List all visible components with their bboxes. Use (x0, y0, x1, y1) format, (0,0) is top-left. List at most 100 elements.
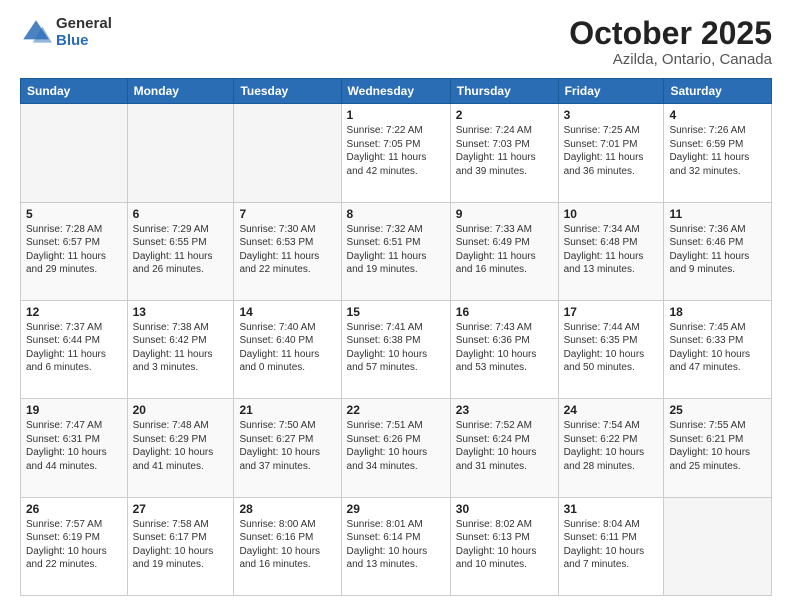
day-number: 13 (133, 305, 229, 319)
day-number: 11 (669, 207, 766, 221)
calendar-day-27: 27Sunrise: 7:58 AM Sunset: 6:17 PM Dayli… (127, 497, 234, 595)
day-info: Sunrise: 7:48 AM Sunset: 6:29 PM Dayligh… (133, 419, 229, 473)
day-info: Sunrise: 7:45 AM Sunset: 6:33 PM Dayligh… (669, 321, 766, 375)
calendar-week-2: 5Sunrise: 7:28 AM Sunset: 6:57 PM Daylig… (21, 202, 772, 300)
calendar-day-5: 5Sunrise: 7:28 AM Sunset: 6:57 PM Daylig… (21, 202, 128, 300)
calendar-header-row: SundayMondayTuesdayWednesdayThursdayFrid… (21, 79, 772, 104)
calendar-day-8: 8 Sunrise: 7:32 AM Sunset: 6:51 PM Daylig… (341, 202, 450, 300)
day-number: 3 (564, 108, 659, 122)
day-info: Sunrise: 7:22 AM Sunset: 7:05 PM Dayligh… (347, 124, 445, 178)
title-block: October 2025 Azilda, Ontario, Canada (569, 16, 772, 68)
header: General Blue October 2025 Azilda, Ontari… (20, 16, 772, 68)
day-info: Sunrise: 7:54 AM Sunset: 6:22 PM Dayligh… (564, 419, 659, 473)
day-info: Sunrise: 8:04 AM Sunset: 6:11 PM Dayligh… (564, 518, 659, 572)
day-info: Sunrise: 7:47 AM Sunset: 6:31 PM Dayligh… (26, 419, 122, 473)
day-info: Sunrise: 7:50 AM Sunset: 6:27 PM Dayligh… (239, 419, 335, 473)
day-info: Sunrise: 7:33 AM Sunset: 6:49 PM Dayligh… (456, 223, 553, 277)
header-day-monday: Monday (127, 79, 234, 104)
day-number: 25 (669, 403, 766, 417)
day-info: Sunrise: 8:01 AM Sunset: 6:14 PM Dayligh… (347, 518, 445, 572)
calendar-day-25: 25 Sunrise: 7:55 AM Sunset: 6:21 PM Dayli… (664, 399, 772, 497)
calendar-empty-cell (127, 104, 234, 202)
calendar-table: SundayMondayTuesdayWednesdayThursdayFrid… (20, 78, 772, 596)
calendar-day-15: 15 Sunrise: 7:41 AM Sunset: 6:38 PM Dayli… (341, 300, 450, 398)
day-info: Sunrise: 7:58 AM Sunset: 6:17 PM Dayligh… (133, 518, 229, 572)
day-info: Sunrise: 7:30 AM Sunset: 6:53 PM Dayligh… (239, 223, 335, 277)
calendar-day-23: 23Sunrise: 7:52 AM Sunset: 6:24 PM Dayli… (450, 399, 558, 497)
header-day-sunday: Sunday (21, 79, 128, 104)
day-number: 4 (669, 108, 766, 122)
calendar-day-30: 30 Sunrise: 8:02 AM Sunset: 6:13 PM Dayli… (450, 497, 558, 595)
day-info: Sunrise: 7:55 AM Sunset: 6:21 PM Dayligh… (669, 419, 766, 473)
calendar-day-20: 20 Sunrise: 7:48 AM Sunset: 6:29 PM Dayli… (127, 399, 234, 497)
header-day-wednesday: Wednesday (341, 79, 450, 104)
logo-text: General Blue (56, 16, 112, 49)
logo-general: General (56, 16, 112, 33)
day-number: 6 (133, 207, 229, 221)
day-info: Sunrise: 8:02 AM Sunset: 6:13 PM Dayligh… (456, 518, 553, 572)
calendar-day-26: 26 Sunrise: 7:57 AM Sunset: 6:19 PM Dayli… (21, 497, 128, 595)
calendar-day-6: 6 Sunrise: 7:29 AM Sunset: 6:55 PM Daylig… (127, 202, 234, 300)
day-info: Sunrise: 7:38 AM Sunset: 6:42 PM Dayligh… (133, 321, 229, 375)
day-info: Sunrise: 7:25 AM Sunset: 7:01 PM Dayligh… (564, 124, 659, 178)
day-info: Sunrise: 7:34 AM Sunset: 6:48 PM Dayligh… (564, 223, 659, 277)
day-number: 14 (239, 305, 335, 319)
calendar-day-10: 10 Sunrise: 7:34 AM Sunset: 6:48 PM Dayli… (558, 202, 664, 300)
calendar-empty-cell (21, 104, 128, 202)
calendar-empty-cell (234, 104, 341, 202)
calendar-day-3: 3 Sunrise: 7:25 AM Sunset: 7:01 PM Daylig… (558, 104, 664, 202)
logo-blue: Blue (56, 33, 112, 50)
day-info: Sunrise: 7:43 AM Sunset: 6:36 PM Dayligh… (456, 321, 553, 375)
day-number: 8 (347, 207, 445, 221)
day-info: Sunrise: 7:32 AM Sunset: 6:51 PM Dayligh… (347, 223, 445, 277)
day-info: Sunrise: 7:36 AM Sunset: 6:46 PM Dayligh… (669, 223, 766, 277)
day-number: 1 (347, 108, 445, 122)
header-day-tuesday: Tuesday (234, 79, 341, 104)
day-number: 16 (456, 305, 553, 319)
day-number: 31 (564, 502, 659, 516)
day-info: Sunrise: 7:41 AM Sunset: 6:38 PM Dayligh… (347, 321, 445, 375)
calendar-day-9: 9 Sunrise: 7:33 AM Sunset: 6:49 PM Daylig… (450, 202, 558, 300)
calendar-subtitle: Azilda, Ontario, Canada (569, 51, 772, 68)
day-info: Sunrise: 8:00 AM Sunset: 6:16 PM Dayligh… (239, 518, 335, 572)
calendar-day-11: 11 Sunrise: 7:36 AM Sunset: 6:46 PM Dayli… (664, 202, 772, 300)
calendar-day-4: 4 Sunrise: 7:26 AM Sunset: 6:59 PM Daylig… (664, 104, 772, 202)
header-day-thursday: Thursday (450, 79, 558, 104)
day-number: 26 (26, 502, 122, 516)
calendar-day-12: 12Sunrise: 7:37 AM Sunset: 6:44 PM Dayli… (21, 300, 128, 398)
day-number: 18 (669, 305, 766, 319)
day-number: 22 (347, 403, 445, 417)
calendar-day-1: 1 Sunrise: 7:22 AM Sunset: 7:05 PM Daylig… (341, 104, 450, 202)
day-number: 5 (26, 207, 122, 221)
calendar-day-18: 18 Sunrise: 7:45 AM Sunset: 6:33 PM Dayli… (664, 300, 772, 398)
day-info: Sunrise: 7:26 AM Sunset: 6:59 PM Dayligh… (669, 124, 766, 178)
calendar-week-3: 12Sunrise: 7:37 AM Sunset: 6:44 PM Dayli… (21, 300, 772, 398)
day-number: 24 (564, 403, 659, 417)
day-number: 2 (456, 108, 553, 122)
day-number: 19 (26, 403, 122, 417)
calendar-day-13: 13 Sunrise: 7:38 AM Sunset: 6:42 PM Dayli… (127, 300, 234, 398)
day-number: 15 (347, 305, 445, 319)
day-number: 9 (456, 207, 553, 221)
calendar-day-24: 24 Sunrise: 7:54 AM Sunset: 6:22 PM Dayli… (558, 399, 664, 497)
header-day-friday: Friday (558, 79, 664, 104)
day-info: Sunrise: 7:51 AM Sunset: 6:26 PM Dayligh… (347, 419, 445, 473)
calendar-day-22: 22 Sunrise: 7:51 AM Sunset: 6:26 PM Dayli… (341, 399, 450, 497)
day-number: 21 (239, 403, 335, 417)
day-number: 20 (133, 403, 229, 417)
calendar-day-29: 29Sunrise: 8:01 AM Sunset: 6:14 PM Dayli… (341, 497, 450, 595)
day-number: 30 (456, 502, 553, 516)
calendar-day-31: 31 Sunrise: 8:04 AM Sunset: 6:11 PM Dayli… (558, 497, 664, 595)
day-info: Sunrise: 7:44 AM Sunset: 6:35 PM Dayligh… (564, 321, 659, 375)
calendar-day-2: 2 Sunrise: 7:24 AM Sunset: 7:03 PM Daylig… (450, 104, 558, 202)
day-info: Sunrise: 7:24 AM Sunset: 7:03 PM Dayligh… (456, 124, 553, 178)
header-day-saturday: Saturday (664, 79, 772, 104)
calendar-day-7: 7 Sunrise: 7:30 AM Sunset: 6:53 PM Daylig… (234, 202, 341, 300)
day-info: Sunrise: 7:57 AM Sunset: 6:19 PM Dayligh… (26, 518, 122, 572)
day-info: Sunrise: 7:29 AM Sunset: 6:55 PM Dayligh… (133, 223, 229, 277)
day-number: 10 (564, 207, 659, 221)
calendar-day-28: 28Sunrise: 8:00 AM Sunset: 6:16 PM Dayli… (234, 497, 341, 595)
logo-icon (20, 17, 52, 49)
calendar-day-19: 19 Sunrise: 7:47 AM Sunset: 6:31 PM Dayli… (21, 399, 128, 497)
day-number: 7 (239, 207, 335, 221)
